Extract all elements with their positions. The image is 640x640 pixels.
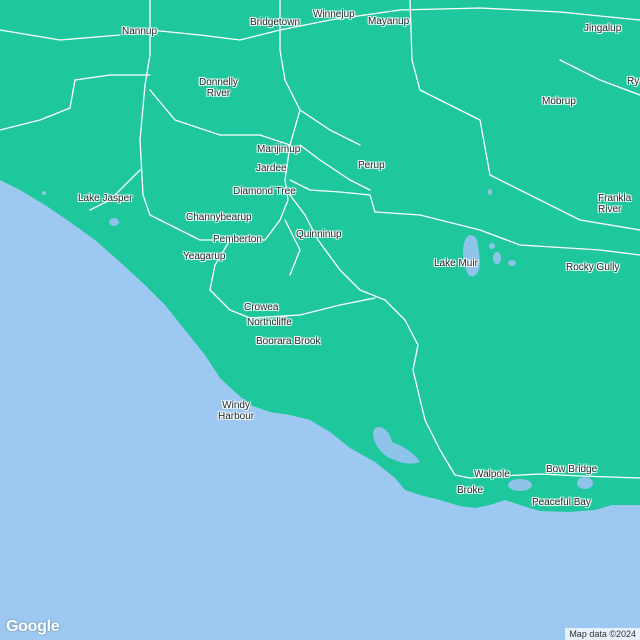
place-label-lake-muir[interactable]: Lake Muir (434, 258, 478, 269)
place-label-walpole[interactable]: Walpole (474, 469, 510, 480)
place-label-perup[interactable]: Perup (358, 160, 385, 171)
place-label-crowea[interactable]: Crowea (244, 302, 278, 313)
place-label-winnejup[interactable]: Winnejup (313, 9, 355, 20)
place-label-peaceful-bay[interactable]: Peaceful Bay (532, 497, 591, 508)
place-label-nannup[interactable]: Nannup (122, 26, 157, 37)
place-label-quinninup[interactable]: Quinninup (296, 229, 342, 240)
map-attribution[interactable]: Map data ©2024 (565, 628, 640, 640)
place-label-jardee[interactable]: Jardee (256, 163, 287, 174)
place-label-frankland-river[interactable]: Frankla River (598, 193, 631, 215)
place-label-ry[interactable]: Ry (627, 76, 639, 87)
lake-small-1 (493, 252, 501, 264)
place-label-channybearup[interactable]: Channybearup (186, 212, 252, 223)
lake-small-2 (508, 260, 516, 266)
lake-small-5 (42, 191, 46, 195)
place-label-lake-jasper[interactable]: Lake Jasper (78, 193, 132, 204)
place-label-manjimup[interactable]: Manjimup (257, 144, 300, 155)
place-label-bow-bridge[interactable]: Bow Bridge (546, 464, 597, 475)
place-label-pemberton[interactable]: Pemberton (213, 234, 262, 245)
place-label-broke[interactable]: Broke (457, 485, 483, 496)
nornalup-inlet (508, 479, 532, 491)
place-label-jingalup[interactable]: Jingalup (584, 23, 621, 34)
google-logo: Google (6, 618, 60, 636)
lake-jasper-water (109, 218, 119, 226)
google-logo-text: Google (6, 618, 60, 635)
place-label-donnelly-river[interactable]: Donnelly River (199, 77, 238, 99)
place-label-boorara-brook[interactable]: Boorara Brook (256, 336, 320, 347)
place-label-diamond-tree[interactable]: Diamond Tree (233, 186, 296, 197)
place-label-rocky-gully[interactable]: Rocky Gully (566, 262, 619, 273)
irwin-inlet (577, 477, 593, 489)
lake-small-3 (489, 243, 495, 249)
lake-small-4 (488, 189, 492, 195)
place-label-mayanup[interactable]: Mayanup (368, 16, 409, 27)
place-label-yeagarup[interactable]: Yeagarup (183, 251, 225, 262)
place-label-mobrup[interactable]: Mobrup (542, 96, 576, 107)
place-label-northcliffe[interactable]: Northcliffe (247, 317, 292, 328)
place-label-windy-harbour[interactable]: Windy Harbour (218, 400, 254, 422)
place-label-bridgetown[interactable]: Bridgetown (250, 17, 300, 28)
